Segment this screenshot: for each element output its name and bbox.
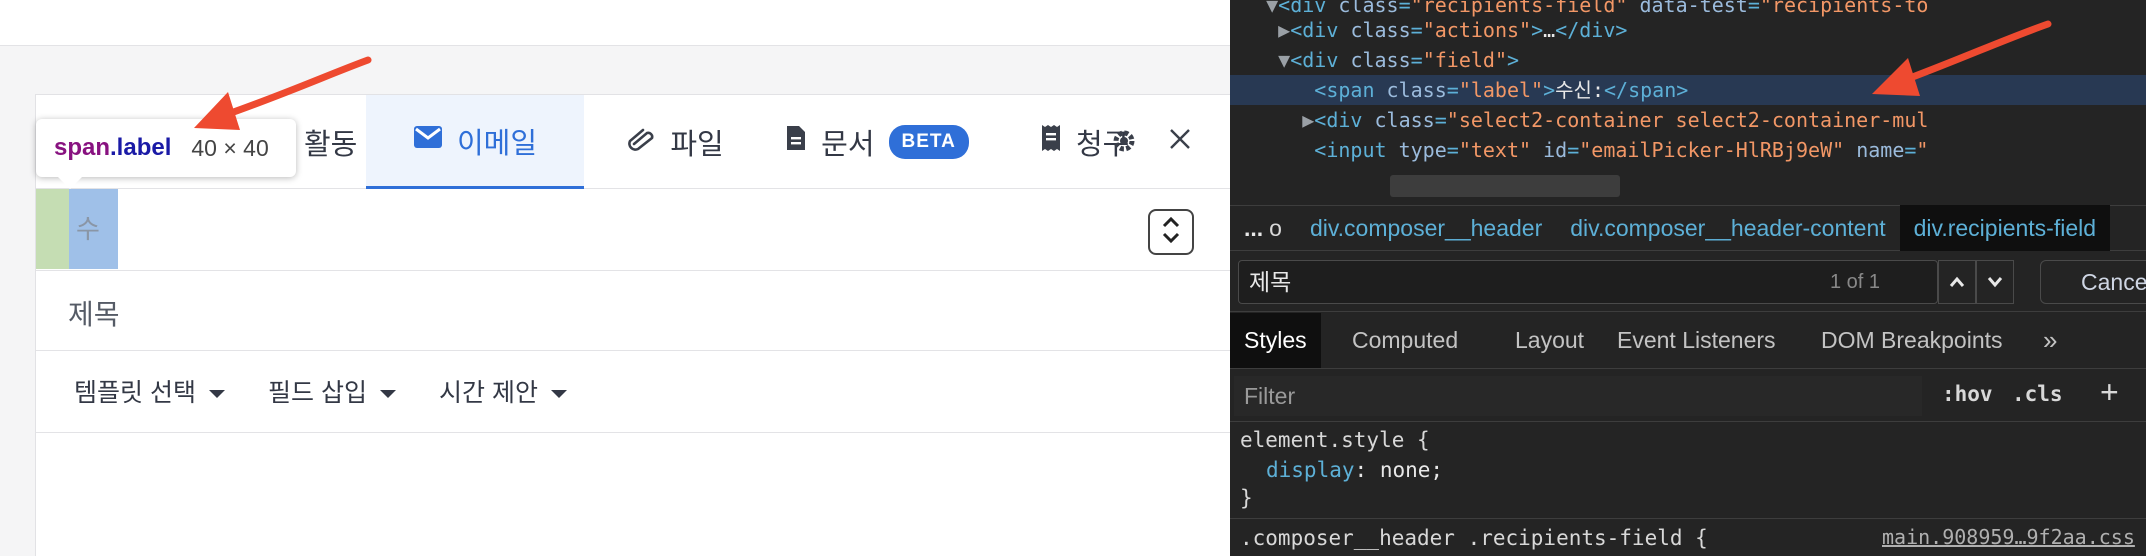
close-icon bbox=[1169, 128, 1191, 155]
suggest-time-label: 시간 제안 bbox=[439, 379, 538, 407]
inspect-tooltip-selector: span.label bbox=[54, 134, 171, 162]
caret-down-icon bbox=[1987, 273, 2003, 292]
rule-element-style-selector[interactable]: element.style { bbox=[1240, 425, 1430, 455]
insert-field-label: 필드 삽입 bbox=[268, 379, 367, 407]
template-select-label: 템플릿 선택 bbox=[74, 379, 196, 407]
close-composer-button[interactable] bbox=[1160, 121, 1200, 161]
styles-panel-tabs: Styles Computed Layout Event Listeners D… bbox=[1230, 313, 2146, 369]
dom-search-bar: 제목 1 of 1 Cancel bbox=[1230, 252, 2146, 312]
hover-state-toggle[interactable]: :hov bbox=[1942, 382, 1993, 406]
composer-toolbar: 템플릿 선택 필드 삽입 시간 제안 bbox=[36, 351, 1230, 433]
tab-billing[interactable]: 청구 bbox=[998, 95, 1178, 189]
styles-rules: element.style { display: none; } .compos… bbox=[1230, 423, 2146, 556]
tab-files[interactable]: 파일 bbox=[584, 95, 766, 189]
tab-email[interactable]: 이메일 bbox=[366, 95, 584, 189]
receipt-icon bbox=[1040, 124, 1062, 160]
caret-up-icon bbox=[1949, 273, 1965, 292]
rule-source-link[interactable]: main.908959…9f2aa.css bbox=[1882, 525, 2135, 549]
rule-recipients-field-selector[interactable]: .composer__header .recipients-field { bbox=[1240, 523, 1708, 553]
caret-down-icon bbox=[208, 377, 226, 406]
red-arrow-annotation bbox=[180, 52, 380, 147]
updown-stepper-icon bbox=[1161, 215, 1181, 250]
more-tabs-button[interactable]: » bbox=[2030, 313, 2070, 368]
tab-event-listeners[interactable]: Event Listeners bbox=[1604, 313, 1789, 368]
breadcrumb-item[interactable]: o bbox=[1269, 205, 1296, 251]
search-match-count: 1 of 1 bbox=[1830, 271, 1881, 293]
new-style-rule-button[interactable]: + bbox=[2100, 374, 2119, 411]
breadcrumb-item[interactable]: div.composer__header-content bbox=[1556, 205, 1899, 251]
subject-label: 제목 bbox=[68, 299, 120, 330]
search-cancel-button[interactable]: Cancel bbox=[2040, 260, 2146, 304]
paperclip-icon bbox=[626, 126, 656, 159]
tab-files-label: 파일 bbox=[670, 129, 724, 161]
tab-documents[interactable]: 문서 BETA bbox=[766, 95, 988, 189]
search-previous-button[interactable] bbox=[1938, 260, 1976, 304]
breadcrumb-overflow[interactable]: ... bbox=[1230, 205, 1269, 251]
recipients-type-stepper[interactable] bbox=[1148, 209, 1194, 255]
inspect-tooltip-class: .label bbox=[110, 134, 172, 161]
elements-horizontal-scrollbar[interactable] bbox=[1390, 175, 1620, 197]
inspect-margin-highlight bbox=[36, 189, 69, 269]
caret-down-icon bbox=[550, 377, 568, 406]
class-toggle[interactable]: .cls bbox=[2012, 382, 2063, 406]
styles-filter-input[interactable]: Filter bbox=[1234, 376, 1922, 416]
search-next-button[interactable] bbox=[1976, 260, 2014, 304]
recipients-field[interactable]: 수 bbox=[36, 189, 1230, 271]
caret-down-icon bbox=[379, 377, 397, 406]
app-top-bar bbox=[0, 0, 1230, 46]
rule-declaration[interactable]: display: none; bbox=[1266, 455, 1443, 485]
breadcrumb-item-selected[interactable]: div.recipients-field bbox=[1899, 205, 2111, 251]
recipients-label: 수 bbox=[76, 214, 100, 244]
mail-icon bbox=[413, 124, 443, 157]
tab-styles[interactable]: Styles bbox=[1230, 313, 1321, 368]
gear-icon[interactable] bbox=[1110, 127, 1138, 160]
styles-filter-bar: Filter :hov .cls + bbox=[1230, 370, 2146, 422]
tab-computed[interactable]: Computed bbox=[1339, 313, 1471, 368]
rule-close-brace: } bbox=[1240, 486, 1253, 510]
tab-documents-label: 문서 bbox=[821, 129, 875, 161]
crm-app: 활동 이메일 파일 문서 BETA 청구 수 제목 템플릿 선택 필드 삽입 시… bbox=[0, 0, 1230, 556]
tab-email-label: 이메일 bbox=[456, 127, 538, 160]
document-icon bbox=[785, 124, 807, 160]
inspect-tooltip-tag: span bbox=[54, 134, 111, 161]
rule-divider bbox=[1230, 518, 2146, 519]
suggest-time-dropdown[interactable]: 시간 제안 bbox=[439, 373, 568, 409]
breadcrumb-item[interactable]: div.composer__header bbox=[1296, 205, 1556, 251]
dom-breadcrumb: ... o div.composer__header div.composer_… bbox=[1230, 205, 2146, 251]
tab-layout[interactable]: Layout bbox=[1502, 313, 1597, 368]
beta-badge: BETA bbox=[888, 125, 969, 159]
template-select-dropdown[interactable]: 템플릿 선택 bbox=[74, 373, 226, 409]
red-arrow-annotation bbox=[1858, 18, 2058, 113]
subject-field[interactable]: 제목 bbox=[36, 271, 1230, 351]
insert-field-dropdown[interactable]: 필드 삽입 bbox=[268, 373, 397, 409]
dom-node-email-input[interactable]: <input type="text" id="emailPicker-HlRBj… bbox=[1230, 135, 2146, 165]
tab-dom-breakpoints[interactable]: DOM Breakpoints bbox=[1808, 313, 2016, 368]
